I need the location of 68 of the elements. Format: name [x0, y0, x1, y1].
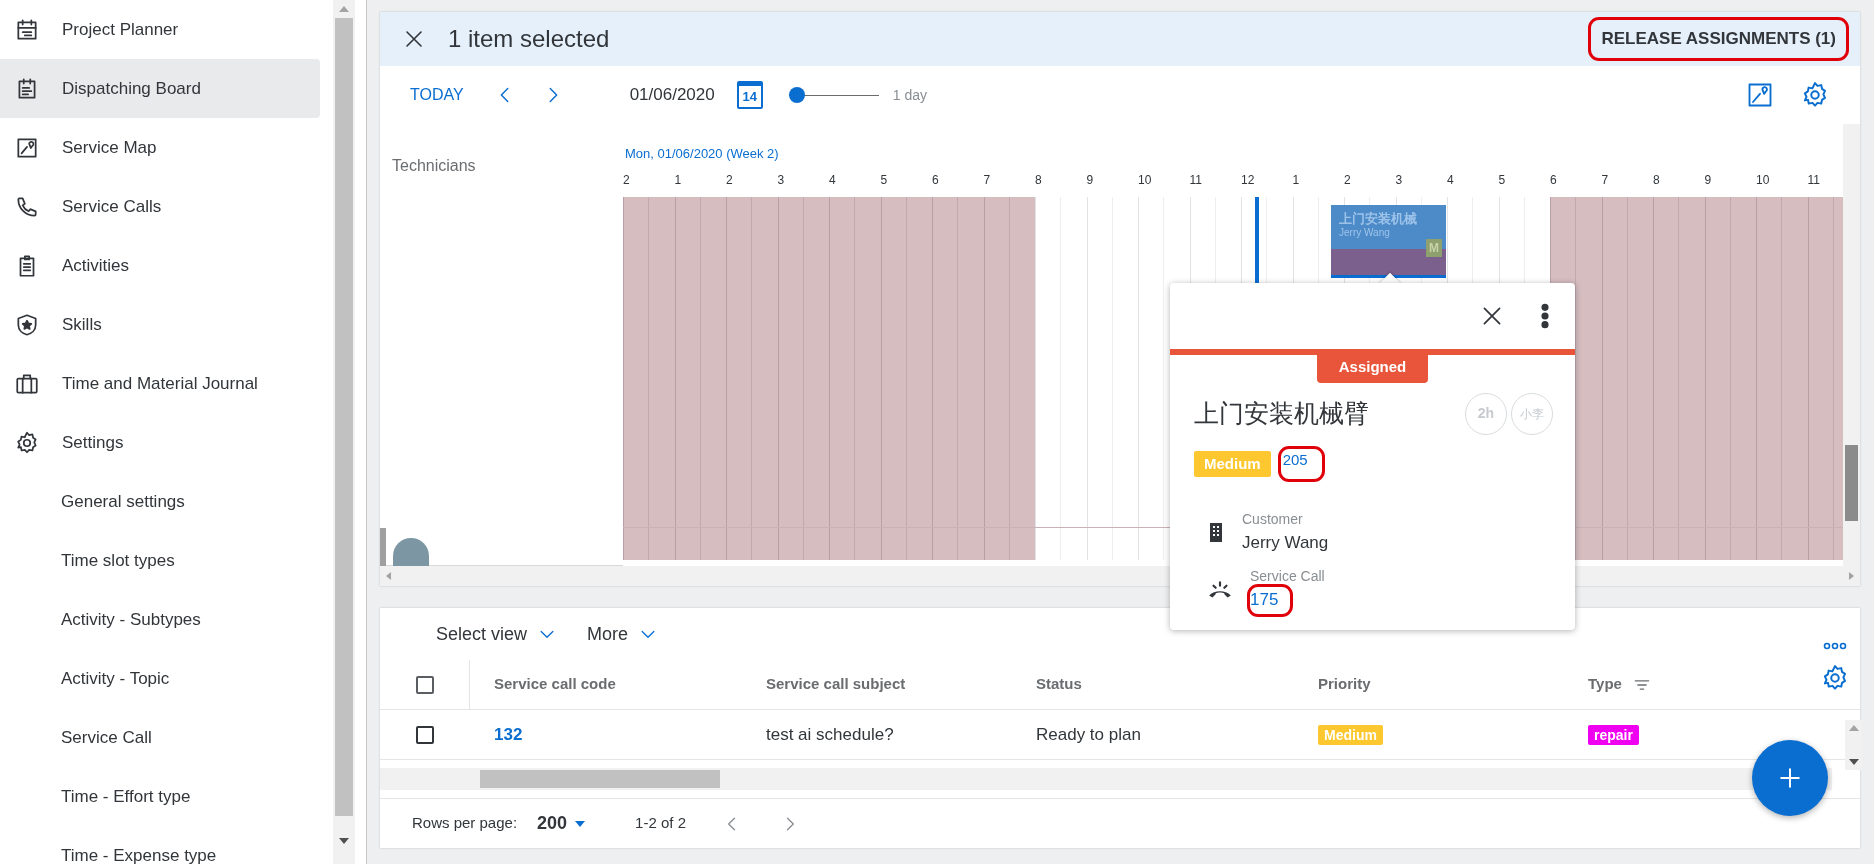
rows-per-page-label: Rows per page:: [412, 813, 518, 834]
field-value: Jerry Wang: [1242, 532, 1329, 554]
hour-label: 5: [880, 173, 888, 187]
hour-label: 2: [623, 173, 630, 187]
hour-label: 7: [983, 173, 991, 187]
release-assignments-button[interactable]: RELEASE ASSIGNMENTS (1): [1591, 20, 1846, 58]
column-header: Service call subject: [766, 674, 906, 695]
hour-label: 11: [1189, 173, 1202, 187]
column-header: Service call code: [494, 674, 616, 695]
rows-per-page-dropdown[interactable]: 200: [537, 810, 586, 837]
status-tag: Assigned: [1316, 355, 1429, 383]
field-label: Service Call: [1250, 566, 1325, 586]
column-header: Technicians: [392, 156, 476, 176]
view-dropdown[interactable]: Select view: [436, 620, 558, 648]
service-call-link[interactable]: 175: [1250, 586, 1291, 614]
hour-label: 2: [1344, 173, 1351, 187]
hour-label: 6: [932, 173, 939, 187]
hour-label: 3: [1395, 173, 1403, 187]
zoom-reading: 1 day: [892, 85, 927, 105]
hour-label: 9: [1704, 173, 1712, 187]
priority-badge: M: [1426, 239, 1442, 257]
hour-label: 2: [726, 173, 733, 187]
activity-title: 上门安装机械臂: [1194, 397, 1369, 430]
hour-label: 9: [1086, 173, 1094, 187]
more-icon[interactable]: [1541, 303, 1549, 329]
column-header: Type: [1588, 674, 1622, 695]
priority-tag: Medium: [1194, 450, 1271, 477]
calendar-icon: [14, 16, 40, 43]
view-dropdown[interactable]: More: [587, 620, 659, 648]
hour-label: 1: [1292, 173, 1300, 187]
page-range: 1-2 of 2: [635, 813, 686, 834]
hour-label: 1: [674, 173, 682, 187]
hour-label: 10: [1138, 173, 1152, 187]
column-header: Status: [1036, 674, 1082, 695]
type-tag: repair: [1588, 724, 1639, 745]
hour-label: 7: [1601, 173, 1609, 187]
field-label: Customer: [1242, 510, 1304, 529]
row-marker: [380, 528, 386, 566]
zoom-slider[interactable]: [788, 87, 879, 103]
hour-label: 8: [1035, 173, 1042, 187]
hour-label: 8: [1653, 173, 1660, 187]
hour-label: 3: [777, 173, 785, 187]
avatar: [393, 538, 429, 566]
map-icon[interactable]: [1746, 81, 1774, 109]
selection-count: 1 item selected: [448, 24, 610, 54]
calendar-button[interactable]: 14: [736, 81, 763, 109]
sidebar-item[interactable]: Dispatching Board: [0, 59, 320, 118]
hour-label: 4: [1447, 173, 1454, 187]
date-label: Mon, 01/06/2020 (Week 2): [625, 145, 779, 163]
code-link[interactable]: 205: [1280, 448, 1322, 479]
table-cell: test ai schedule?: [766, 724, 894, 744]
activity-customer: Jerry Wang: [1339, 227, 1391, 239]
priority-tag: Medium: [1318, 724, 1383, 745]
hour-label: 12: [1241, 173, 1255, 187]
hour-label: 6: [1550, 173, 1557, 187]
column-header: Priority: [1318, 674, 1371, 695]
hour-label: 4: [829, 173, 836, 187]
hour-label: 11: [1807, 173, 1820, 187]
hour-label: 10: [1756, 173, 1770, 187]
table-cell: Ready to plan: [1036, 724, 1141, 744]
caret-icon: [575, 820, 586, 827]
activity-title: 上门安装机械: [1339, 211, 1418, 227]
checkbox[interactable]: [416, 725, 434, 744]
hour-label: 5: [1498, 173, 1506, 187]
code-link[interactable]: 132: [494, 724, 523, 744]
checkbox[interactable]: [415, 675, 434, 694]
date-value: 01/06/2020: [629, 84, 715, 107]
today-button[interactable]: TODAY: [410, 83, 464, 107]
